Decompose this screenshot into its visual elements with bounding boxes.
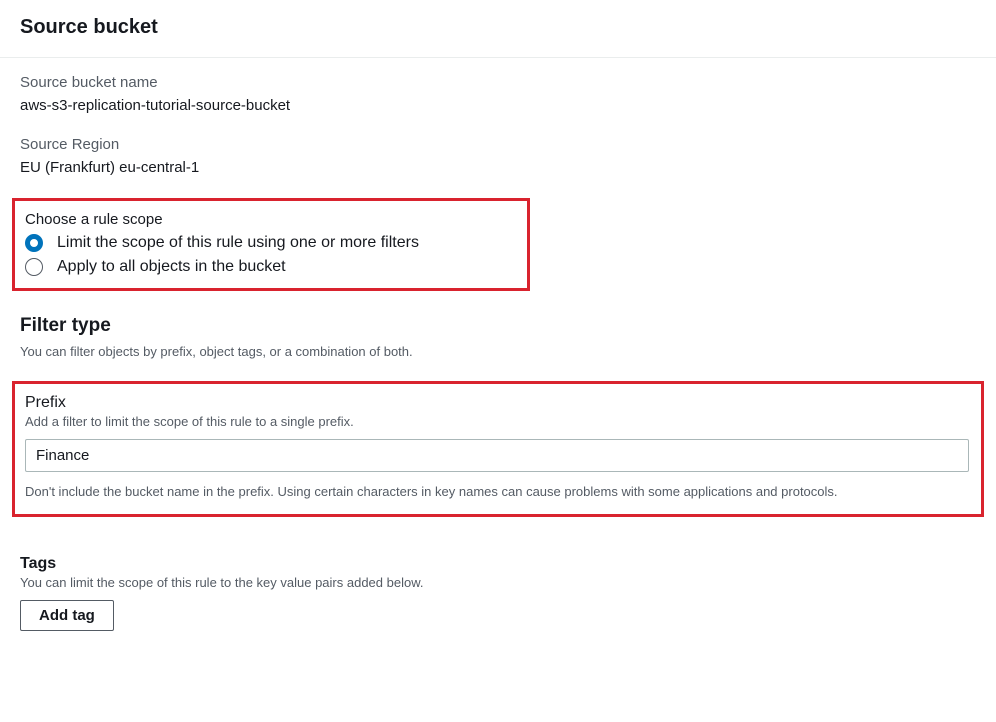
source-section: Source bucket name aws-s3-replication-tu… — [0, 58, 996, 176]
scope-option-all-label: Apply to all objects in the bucket — [57, 258, 286, 276]
filter-type-section: Filter type You can filter objects by pr… — [0, 315, 996, 361]
scope-option-all[interactable]: Apply to all objects in the bucket — [25, 258, 517, 276]
prefix-input[interactable] — [25, 439, 969, 472]
filter-type-heading: Filter type — [20, 315, 976, 337]
rule-scope-group: Choose a rule scope Limit the scope of t… — [12, 198, 530, 291]
prefix-group: Prefix Add a filter to limit the scope o… — [12, 381, 984, 517]
scope-option-filters[interactable]: Limit the scope of this rule using one o… — [25, 234, 517, 252]
tags-help: You can limit the scope of this rule to … — [20, 575, 976, 590]
tags-title: Tags — [20, 555, 976, 573]
add-tag-button[interactable]: Add tag — [20, 600, 114, 631]
source-bucket-name-value: aws-s3-replication-tutorial-source-bucke… — [20, 97, 976, 114]
prefix-title: Prefix — [25, 394, 969, 412]
page-title: Source bucket — [20, 16, 976, 39]
tags-section: Tags You can limit the scope of this rul… — [0, 517, 996, 641]
prefix-help: Add a filter to limit the scope of this … — [25, 414, 969, 429]
prefix-note: Don't include the bucket name in the pre… — [25, 482, 969, 502]
source-bucket-name-label: Source bucket name — [20, 74, 976, 91]
rule-scope-title: Choose a rule scope — [25, 211, 517, 228]
scope-option-filters-label: Limit the scope of this rule using one o… — [57, 234, 419, 252]
source-region-label: Source Region — [20, 136, 976, 153]
source-region-value: EU (Frankfurt) eu-central-1 — [20, 159, 976, 176]
panel-header: Source bucket — [0, 0, 996, 58]
radio-selected-icon — [25, 234, 43, 252]
filter-type-help: You can filter objects by prefix, object… — [20, 343, 976, 361]
radio-unselected-icon — [25, 258, 43, 276]
